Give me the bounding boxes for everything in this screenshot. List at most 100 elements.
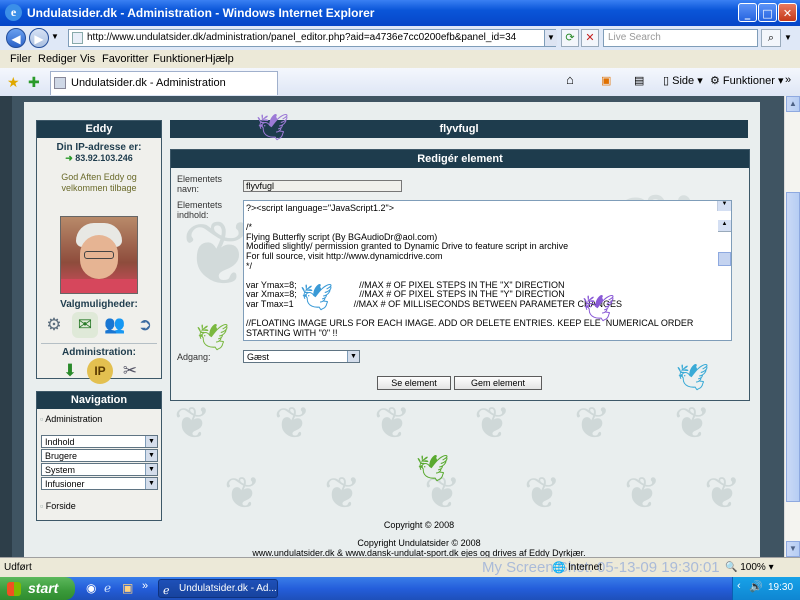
- tab-active[interactable]: Undulatsider.dk - Administration: [50, 71, 278, 95]
- add-favorite-icon[interactable]: ✚: [28, 74, 40, 91]
- nav-front-label: Forside: [45, 501, 76, 511]
- ip-admin-icon[interactable]: IP: [87, 358, 113, 384]
- clock[interactable]: 19:30: [768, 582, 793, 593]
- user-panel-header: Eddy: [37, 121, 161, 138]
- preview-button[interactable]: Se element: [377, 376, 451, 390]
- recent-pages-dropdown-icon[interactable]: ▼: [51, 32, 59, 41]
- nav-select-system[interactable]: System ▼: [41, 463, 158, 476]
- navigation-panel: Navigation ▫ Administration Indhold ▼ Bru…: [36, 391, 162, 521]
- home-icon[interactable]: ⌂: [566, 72, 574, 87]
- bg-pattern-bird-icon: ❦: [474, 399, 511, 448]
- chevron-down-icon: ▼: [145, 436, 157, 447]
- favorites-star-icon[interactable]: ★: [7, 74, 20, 91]
- nav-admin-label: Administration: [45, 414, 103, 424]
- volume-icon[interactable]: 🔊: [749, 580, 763, 593]
- ie-quicklaunch-icon[interactable]: ℯ: [104, 581, 111, 595]
- code-line: ?><script language="JavaScript1.2">: [246, 203, 394, 213]
- nav-select-users-label: Brugere: [45, 451, 78, 461]
- scroll-thumb[interactable]: [786, 192, 800, 502]
- menu-view[interactable]: Vis: [80, 53, 95, 65]
- flying-budgie-icon: 🕊: [256, 112, 290, 142]
- taskbar-window-button[interactable]: ℯ Undulatsider.dk - Ad...: [158, 579, 278, 598]
- nav-select-content[interactable]: Indhold ▼: [41, 435, 158, 448]
- maximize-button[interactable]: □: [758, 3, 777, 22]
- name-input[interactable]: flyvfugl: [243, 180, 402, 192]
- address-input[interactable]: http://www.undulatsider.dk/administratio…: [68, 29, 556, 47]
- menu-help[interactable]: Hjælp: [205, 53, 234, 65]
- settings-gear-icon[interactable]: ⚙: [41, 312, 67, 338]
- browser-viewport: ❦ ❦ ❦ ❦ ❦ ❦ ❦ ❦ ❦ ❦ ❦ ❦ Eddy Din IP-adre…: [0, 96, 784, 557]
- search-icon[interactable]: ⌕: [761, 29, 781, 47]
- scroll-thumb[interactable]: [718, 252, 731, 267]
- chevron-down-icon: ▼: [347, 351, 359, 362]
- download-icon[interactable]: ⬇: [57, 358, 83, 384]
- toolbar-overflow-icon[interactable]: »: [785, 74, 791, 86]
- search-input[interactable]: Live Search: [603, 29, 758, 47]
- users-icon[interactable]: 👥: [102, 312, 128, 338]
- greeting-text: God Aften Eddy og velkommen tilbage: [61, 172, 137, 193]
- close-button[interactable]: ✕: [778, 3, 797, 22]
- scroll-up-icon[interactable]: ▲: [786, 96, 800, 112]
- scroll-down-icon[interactable]: ▼: [786, 541, 800, 557]
- edit-element-panel: Redigér element ❦ ❦ Elementets navn: fly…: [170, 149, 750, 401]
- menu-file[interactable]: Filer: [10, 53, 31, 65]
- menu-tools[interactable]: Funktioner: [153, 53, 205, 65]
- bg-pattern-bird-icon: ❦: [674, 399, 711, 448]
- tools-icon[interactable]: ✂: [117, 358, 143, 384]
- chevron-down-icon: ▼: [145, 450, 157, 461]
- feeds-icon[interactable]: ▣: [601, 74, 611, 87]
- media-quicklaunch-icon[interactable]: ▣: [122, 581, 133, 595]
- arrow-right-icon: ➜: [65, 153, 73, 163]
- stop-icon[interactable]: ✕: [581, 29, 599, 47]
- menu-favorites[interactable]: Favoritter: [102, 53, 148, 65]
- content-textarea[interactable]: ?><script language="JavaScript1.2"> /* F…: [243, 200, 732, 341]
- page-menu-button[interactable]: ▯ Side ▾: [663, 74, 703, 87]
- bg-pattern-bird-icon: ❦: [224, 469, 261, 518]
- textarea-scrollbar[interactable]: ▲ ▼: [717, 201, 731, 267]
- zoom-control[interactable]: 🔍 100% ▾: [725, 562, 774, 573]
- ip-label: Din IP-adresse er:: [56, 142, 142, 153]
- start-button[interactable]: start: [0, 577, 75, 600]
- security-zone: Internet: [568, 562, 602, 573]
- quicklaunch-overflow-icon[interactable]: »: [142, 580, 148, 592]
- copyright-line: Copyright © 2008: [383, 520, 455, 530]
- windows-logo-icon: [7, 582, 21, 596]
- owners-text: www.undulatsider.dk & www.dansk-undulat-…: [252, 548, 586, 557]
- tools-menu-button[interactable]: ⚙ Funktioner ▾: [710, 74, 783, 87]
- start-label: start: [28, 580, 59, 596]
- nav-select-users[interactable]: Brugere ▼: [41, 449, 158, 462]
- access-select[interactable]: Gæst ▼: [243, 350, 360, 363]
- zoom-value: 100%: [740, 562, 766, 573]
- back-button[interactable]: ◀: [6, 28, 26, 48]
- page-scrollbar[interactable]: ▲ ▼: [784, 96, 800, 557]
- search-options-icon[interactable]: ▼: [784, 33, 792, 42]
- minimize-button[interactable]: _: [738, 3, 757, 22]
- forward-button[interactable]: ▶: [29, 28, 49, 48]
- bullet-icon: ▫: [40, 501, 44, 511]
- save-button[interactable]: Gem element: [454, 376, 542, 390]
- tray-expand-icon[interactable]: ‹: [737, 580, 741, 592]
- title-bar[interactable]: e Undulatsider.dk - Administration - Win…: [0, 0, 800, 26]
- nav-select-infusions[interactable]: Infusioner ▼: [41, 477, 158, 490]
- address-dropdown-icon[interactable]: ▼: [544, 30, 557, 46]
- admin-label: Administration:: [62, 347, 136, 358]
- bg-pattern-bird-icon: ❦: [174, 399, 211, 448]
- name-label: Elementets navn:: [177, 174, 223, 194]
- page-menu-label: Side: [672, 75, 695, 87]
- code-line: */: [246, 260, 253, 271]
- nav-admin-link[interactable]: ▫ Administration: [40, 414, 102, 424]
- print-icon[interactable]: ▤: [634, 74, 644, 87]
- menu-edit[interactable]: Rediger: [38, 53, 77, 65]
- avatar-shirt: [61, 279, 137, 293]
- logout-icon[interactable]: ➲: [132, 312, 158, 338]
- send-message-icon[interactable]: ✉: [72, 312, 98, 338]
- divider: [41, 343, 157, 344]
- show-desktop-icon[interactable]: ◉: [86, 581, 96, 595]
- scroll-up-icon[interactable]: ▲: [718, 220, 731, 233]
- nav-front-link[interactable]: ▫ Forside: [40, 501, 76, 511]
- scroll-down-icon[interactable]: ▼: [718, 201, 731, 211]
- refresh-icon[interactable]: ⟳: [561, 29, 579, 47]
- bullet-icon: ▫: [40, 414, 44, 424]
- menu-bar: Filer Rediger Vis Favoritter Funktioner …: [0, 50, 800, 68]
- flying-budgie-icon: 🕊: [196, 322, 230, 352]
